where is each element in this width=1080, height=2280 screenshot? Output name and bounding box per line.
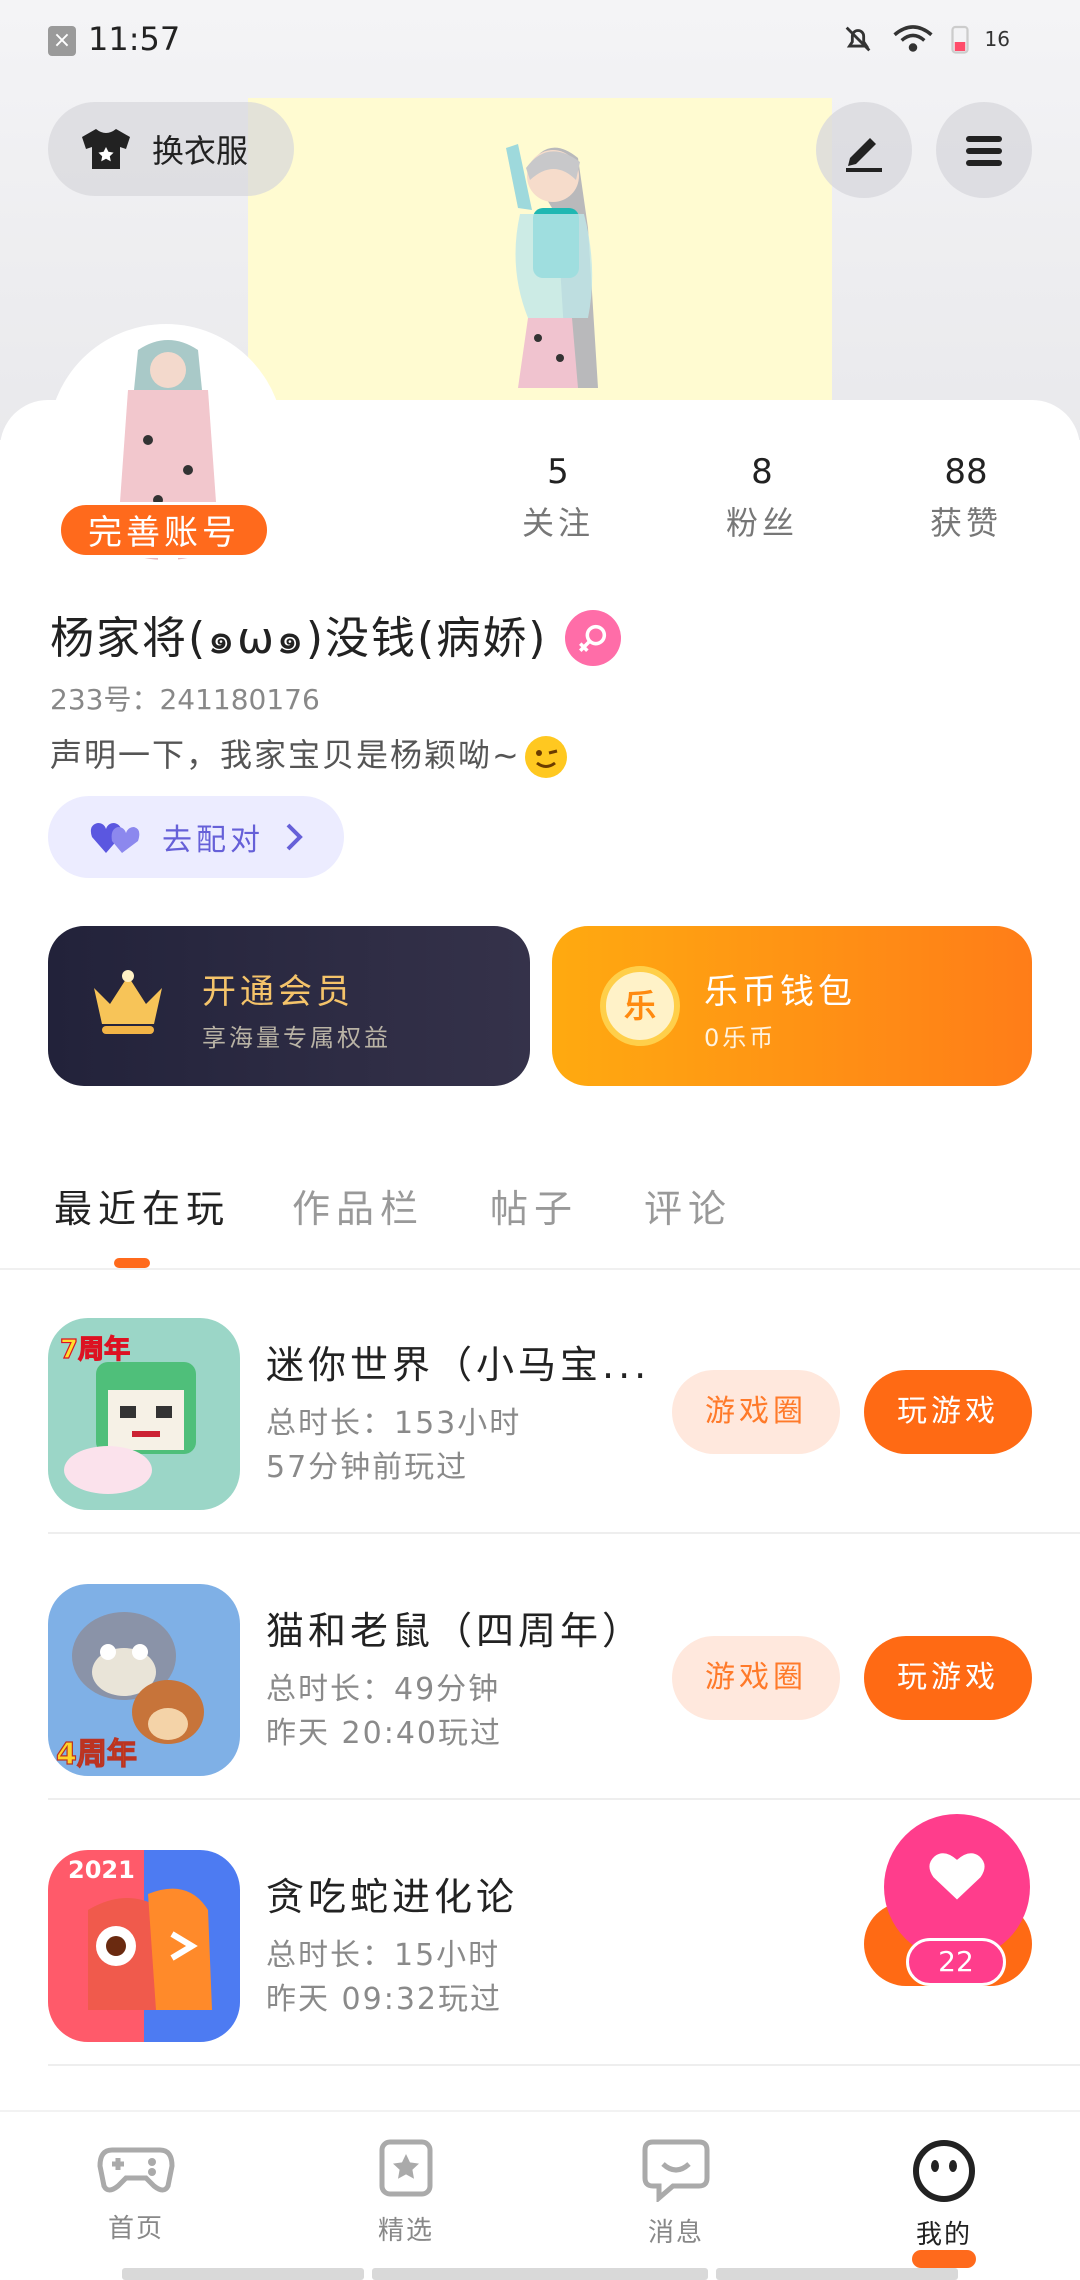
game-circle-button[interactable]: 游戏圈: [672, 1370, 840, 1454]
crown-icon: [94, 970, 162, 1034]
tab-recent-played[interactable]: 最近在玩: [54, 1178, 230, 1233]
mute-bell-icon: [845, 26, 870, 52]
wallet-balance: 0乐币: [704, 1024, 777, 1052]
game-icon-mini-world: 7周年: [48, 1318, 240, 1510]
gesture-bar: [716, 2268, 958, 2280]
game-duration: 总时长：49分钟: [266, 1672, 501, 1707]
game-icon-badge-text: 7周年: [60, 1334, 130, 1365]
game-title: 猫和老鼠（四周年）: [266, 1609, 645, 1653]
nickname: 杨家将(๑ω๑)没钱(病娇): [50, 613, 548, 664]
profile-screen: × 11:57 16 换衣服 完善账号 5 关注 8 粉丝 88 获赞 杨家将(…: [0, 0, 1080, 2280]
game-last-played: 57分钟前玩过: [266, 1450, 469, 1485]
game-row[interactable]: 4周年 猫和老鼠（四周年） 总时长：49分钟 昨天 20:40玩过 游戏圈 玩游…: [48, 1534, 1080, 1800]
nav-active-indicator: [912, 2250, 976, 2268]
avatar-character-image: [506, 144, 598, 388]
play-game-button[interactable]: 玩游戏: [864, 1636, 1032, 1720]
nav-home[interactable]: 首页: [66, 2138, 206, 2245]
battery-icon: [950, 25, 969, 54]
heart-icon: [929, 1853, 985, 1900]
nickname-row: 杨家将(๑ω๑)没钱(病娇): [50, 602, 622, 673]
game-title: 贪吃蛇进化论: [266, 1875, 519, 1919]
pencil-icon: [846, 138, 882, 172]
edit-profile-button[interactable]: [816, 102, 912, 198]
gamepad-icon: [97, 2147, 175, 2193]
notification-close-icon: ×: [48, 26, 76, 56]
wifi-icon: [892, 25, 933, 52]
tab-comments[interactable]: 评论: [644, 1178, 732, 1233]
game-icon-snake-evolution: 2021: [48, 1850, 240, 2042]
status-icons: 16: [841, 22, 1010, 56]
tshirt-icon: [82, 129, 130, 169]
active-tab-indicator: [114, 1258, 150, 1268]
nav-featured-label: 精选: [377, 2216, 434, 2246]
gesture-bar: [372, 2268, 708, 2280]
nav-me-label: 我的: [915, 2220, 972, 2250]
nav-home-label: 首页: [107, 2214, 164, 2244]
game-circle-button[interactable]: 游戏圈: [672, 1636, 840, 1720]
complete-account-button[interactable]: 完善账号: [58, 502, 270, 558]
tab-works[interactable]: 作品栏: [292, 1178, 424, 1233]
stat-likes[interactable]: 88 获赞: [896, 452, 1036, 544]
game-duration: 总时长：153小时: [266, 1406, 522, 1441]
coin-icon: 乐: [600, 966, 680, 1046]
content-tabs: 最近在玩 作品栏 帖子 评论: [0, 1160, 1080, 1270]
vip-subtitle: 享海量专属权益: [202, 1024, 391, 1052]
wallet-title: 乐币钱包: [704, 972, 856, 1012]
play-game-button[interactable]: 玩游戏: [864, 1370, 1032, 1454]
vip-membership-card[interactable]: 开通会员 享海量专属权益: [48, 926, 530, 1086]
stat-following-count: 5: [547, 452, 569, 492]
stat-followers-count: 8: [751, 452, 773, 492]
stat-followers[interactable]: 8 粉丝: [692, 452, 832, 544]
bottom-nav: 首页 精选 消息 我的: [0, 2110, 1080, 2280]
double-heart-icon: [90, 823, 140, 853]
gesture-bar: [122, 2268, 364, 2280]
go-match-button[interactable]: 去配对: [48, 796, 344, 878]
status-bar: × 11:57 16: [0, 0, 1080, 80]
bio: 声明一下，我家宝贝是杨颖呦~: [50, 730, 567, 778]
game-last-played: 昨天 09:32玩过: [266, 1982, 502, 2017]
status-time: 11:57: [88, 20, 181, 58]
game-title: 迷你世界（小马宝...: [266, 1343, 651, 1387]
change-outfit-button[interactable]: 换衣服: [48, 102, 294, 196]
stat-following[interactable]: 5 关注: [488, 452, 628, 544]
wink-emoji-icon: [524, 736, 567, 778]
hamburger-menu-icon: [966, 136, 1002, 166]
tab-posts[interactable]: 帖子: [490, 1178, 578, 1233]
like-count-badge: 22: [906, 1938, 1006, 1986]
star-bookmark-icon: [379, 2139, 433, 2197]
chat-bubble-icon: [642, 2139, 710, 2204]
user-id: 233号：241180176: [50, 683, 320, 716]
avatar-3d-stage[interactable]: [248, 98, 832, 402]
wallet-card[interactable]: 乐 乐币钱包 0乐币: [552, 926, 1032, 1086]
vip-title: 开通会员: [202, 972, 354, 1012]
smiley-face-icon: [913, 2140, 975, 2202]
stat-following-label: 关注: [521, 504, 594, 542]
nav-messages-label: 消息: [647, 2218, 704, 2248]
game-last-played: 昨天 20:40玩过: [266, 1716, 502, 1751]
game-duration: 总时长：15小时: [266, 1938, 501, 1973]
nav-me[interactable]: 我的: [874, 2138, 1014, 2268]
battery-level: 16: [984, 27, 1010, 51]
stat-likes-count: 88: [944, 452, 988, 492]
nav-messages[interactable]: 消息: [606, 2138, 746, 2249]
chevron-right-icon: [286, 823, 303, 851]
bio-text: 声明一下，我家宝贝是杨颖呦~: [50, 736, 521, 774]
game-icon-badge-text: 2021: [68, 1856, 135, 1884]
change-outfit-label: 换衣服: [152, 132, 249, 170]
stat-followers-label: 粉丝: [725, 504, 798, 542]
menu-button[interactable]: [936, 102, 1032, 198]
go-match-label: 去配对: [162, 823, 264, 858]
game-row[interactable]: 7周年 迷你世界（小马宝... 总时长：153小时 57分钟前玩过 游戏圈 玩游…: [48, 1268, 1080, 1534]
female-gender-icon: [565, 609, 622, 666]
stat-likes-label: 获赞: [929, 504, 1002, 542]
nav-featured[interactable]: 精选: [336, 2138, 476, 2247]
game-icon-tom-and-jerry: 4周年: [48, 1584, 240, 1776]
game-icon-badge-text: 4周年: [56, 1737, 137, 1772]
